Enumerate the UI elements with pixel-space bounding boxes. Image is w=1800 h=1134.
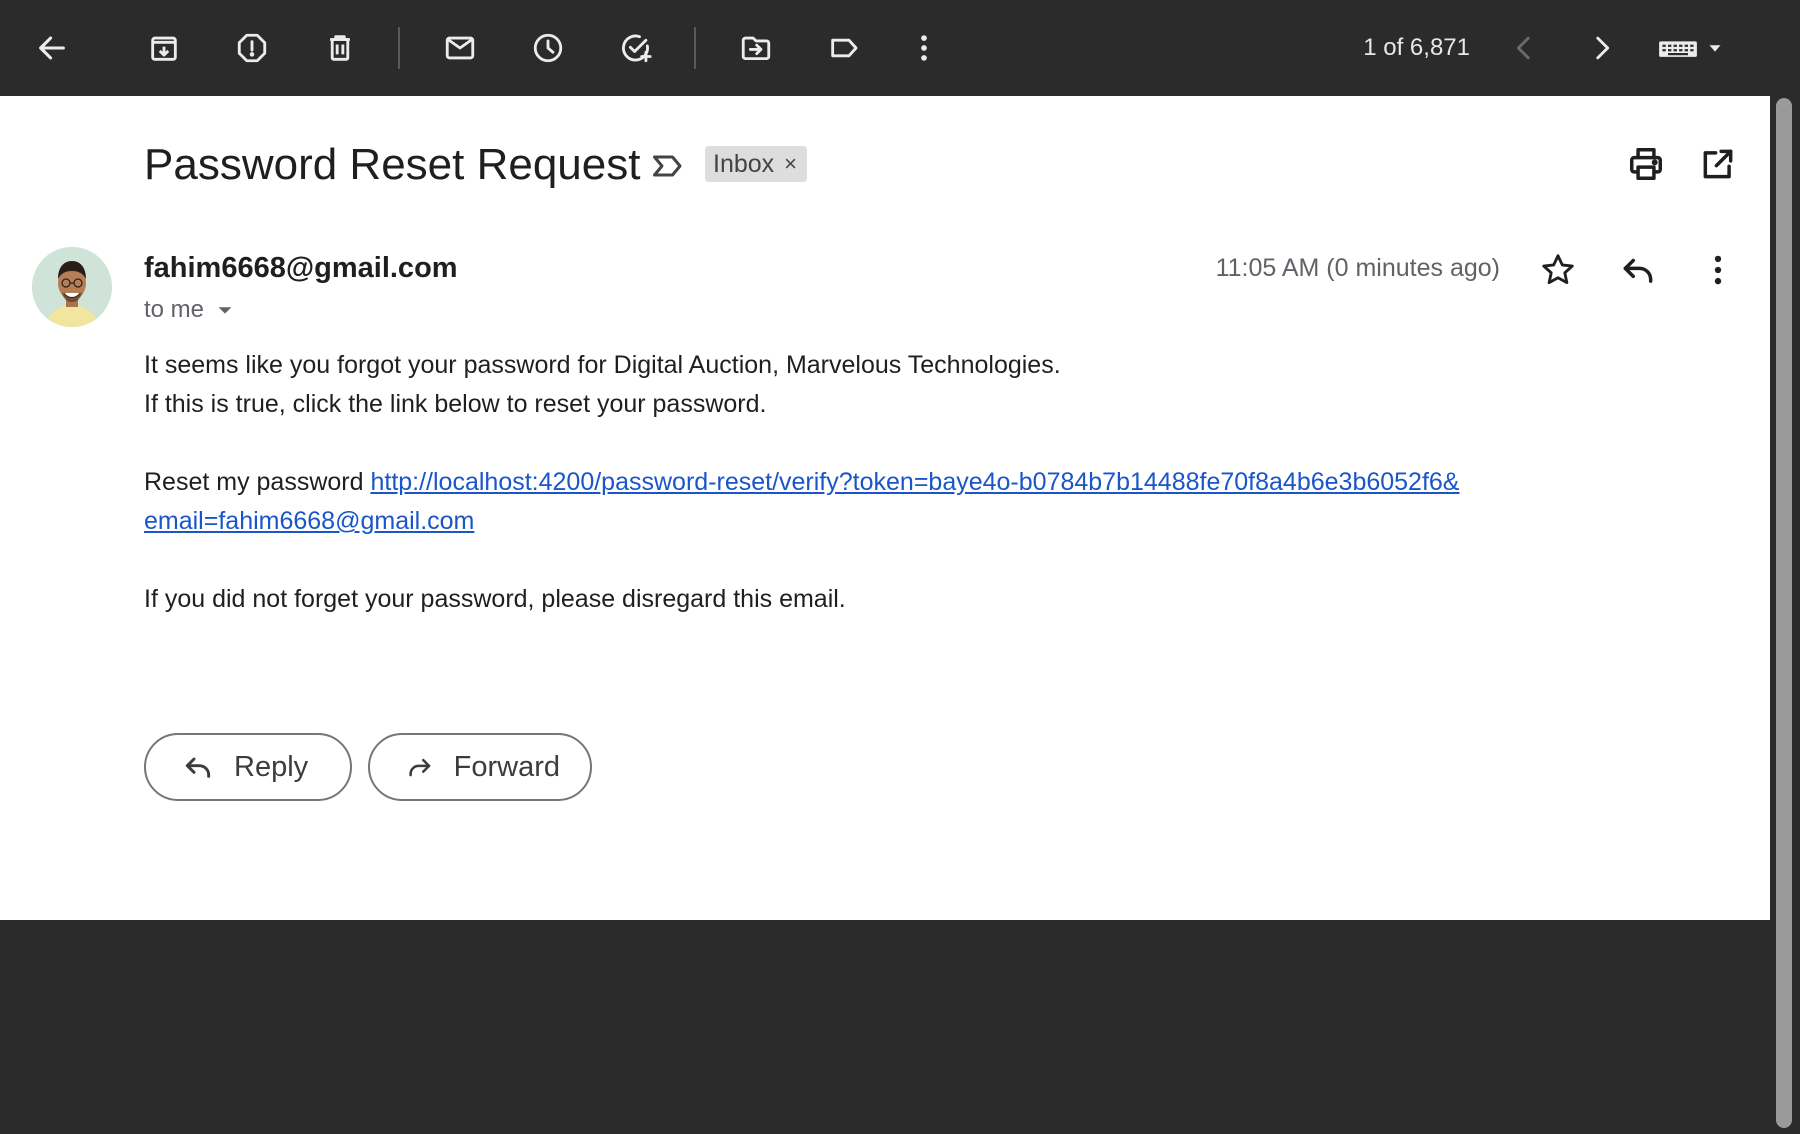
toolbar-divider	[398, 27, 400, 69]
recipient-text: to me	[144, 296, 205, 323]
input-tools-button[interactable]	[1656, 24, 1728, 72]
email-body: It seems like you forgot your password f…	[144, 346, 1459, 619]
open-in-new-window-icon[interactable]	[1694, 140, 1742, 188]
reset-password-link-continued[interactable]: email=fahim6668@gmail.com	[144, 507, 474, 535]
toolbar: 1 of 6,871	[0, 0, 1800, 96]
sender-email[interactable]: fahim6668@gmail.com	[144, 252, 458, 285]
reset-password-link[interactable]: http://localhost:4200/password-reset/ver…	[370, 468, 1459, 496]
labels-icon[interactable]	[820, 24, 868, 72]
dropdown-arrow-icon	[1709, 45, 1721, 52]
move-to-icon[interactable]	[732, 24, 780, 72]
label-chip-text: Inbox	[713, 149, 775, 178]
scrollbar-thumb[interactable]	[1776, 98, 1792, 1128]
avatar[interactable]	[32, 247, 112, 327]
report-spam-icon[interactable]	[228, 24, 276, 72]
label-chip-inbox[interactable]: Inbox ×	[705, 146, 808, 182]
print-icon[interactable]	[1622, 140, 1670, 188]
body-line: It seems like you forgot your password f…	[144, 351, 1061, 379]
avatar-image	[32, 247, 112, 327]
recipient-details-toggle[interactable]: to me	[144, 296, 236, 324]
email-timestamp: 11:05 AM (0 minutes ago)	[1215, 254, 1500, 282]
forward-arrow-icon	[409, 758, 431, 777]
email-view: Password Reset Request Inbox × fahim6668…	[0, 96, 1770, 920]
importance-marker-icon[interactable]	[650, 148, 690, 184]
reset-prefix: Reset my password	[144, 468, 371, 496]
reply-arrow-icon	[185, 757, 211, 778]
body-line: If you did not forget your password, ple…	[144, 585, 846, 613]
star-icon[interactable]	[1534, 246, 1582, 294]
body-line: If this is true, click the link below to…	[144, 390, 767, 418]
email-subject: Password Reset Request	[144, 140, 641, 189]
delete-icon[interactable]	[316, 24, 364, 72]
reset-line: Reset my password http://localhost:4200/…	[144, 463, 1459, 541]
snooze-icon[interactable]	[524, 24, 572, 72]
chevron-left-icon[interactable]	[1500, 24, 1548, 72]
more-vert-icon[interactable]	[900, 24, 948, 72]
back-arrow-icon[interactable]	[28, 24, 76, 72]
mark-unread-icon[interactable]	[436, 24, 484, 72]
forward-label: Forward	[453, 750, 560, 783]
add-to-tasks-icon[interactable]	[612, 24, 660, 72]
chevron-right-icon[interactable]	[1578, 24, 1626, 72]
reply-icon[interactable]	[1614, 246, 1662, 294]
keyboard-icon	[1659, 41, 1697, 57]
chevron-down-icon	[218, 307, 232, 314]
reply-button[interactable]: Reply	[144, 733, 352, 801]
more-options-icon[interactable]	[1694, 246, 1742, 294]
pager-count: 1 of 6,871	[1363, 34, 1470, 61]
reply-label: Reply	[234, 750, 309, 783]
toolbar-divider	[694, 27, 696, 69]
remove-label-icon[interactable]: ×	[784, 151, 797, 177]
forward-button[interactable]: Forward	[368, 733, 592, 801]
archive-icon[interactable]	[140, 24, 188, 72]
